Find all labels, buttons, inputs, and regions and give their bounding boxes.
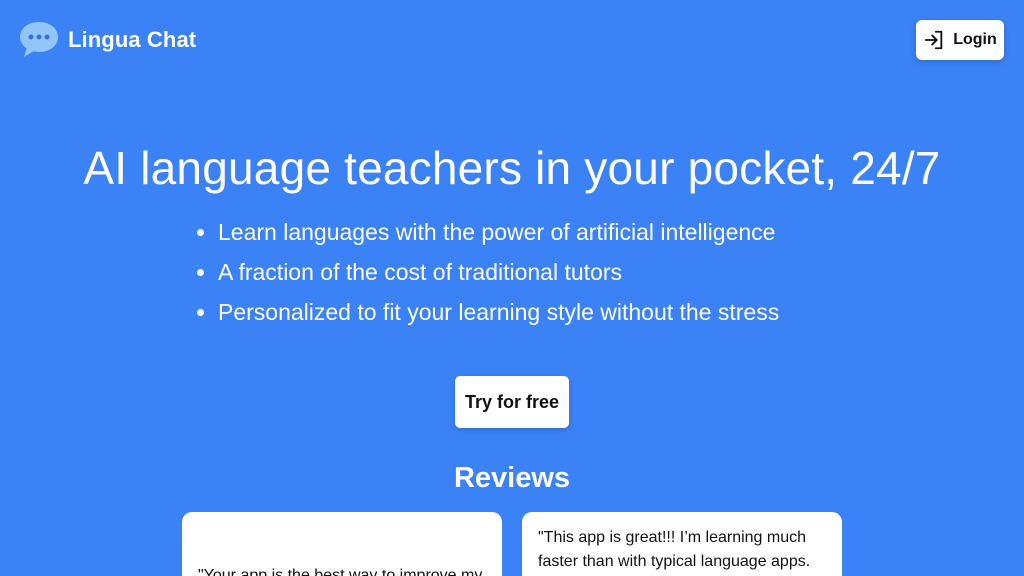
- review-text: "Your app is the best way to improve my: [198, 567, 483, 576]
- login-label: Login: [953, 31, 997, 48]
- landing-page: Lingua Chat Login AI language teachers i…: [0, 0, 1024, 576]
- brand[interactable]: Lingua Chat: [18, 20, 196, 60]
- login-arrow-icon: [925, 30, 943, 50]
- feature-list: Learn languages with the power of artifi…: [196, 212, 779, 332]
- review-text: "This app is great!!! I’m learning much …: [538, 529, 811, 570]
- review-card: "This app is great!!! I’m learning much …: [522, 512, 842, 576]
- speech-bubble-icon: [20, 22, 58, 57]
- feature-item: A fraction of the cost of traditional tu…: [196, 252, 779, 292]
- login-button[interactable]: Login: [916, 20, 1004, 60]
- review-card: "Your app is the best way to improve my: [182, 512, 502, 576]
- brand-name: Lingua Chat: [68, 27, 197, 52]
- feature-item: Learn languages with the power of artifi…: [196, 212, 779, 252]
- feature-item: Personalized to fit your learning style …: [196, 292, 779, 332]
- hero-title: AI language teachers in your pocket, 24/…: [83, 142, 941, 194]
- try-for-free-button[interactable]: Try for free: [455, 376, 569, 428]
- reviews-heading: Reviews: [453, 462, 571, 494]
